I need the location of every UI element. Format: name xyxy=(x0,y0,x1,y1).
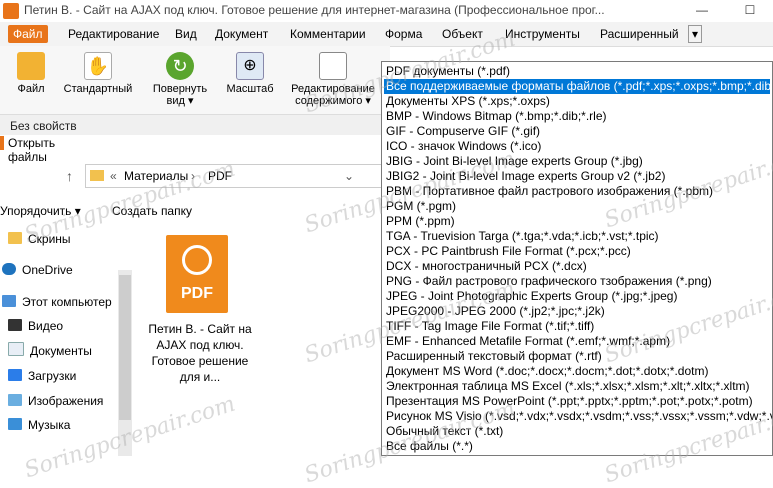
pdf-file-icon: PDF xyxy=(166,235,228,313)
address-bar[interactable]: « Материалы › PDF ⌄ xyxy=(85,164,385,188)
cloud-icon xyxy=(2,263,16,275)
ribbon-file-button[interactable]: Файл xyxy=(2,50,60,110)
file-type-option[interactable]: JBIG2 - Joint Bi-level Image experts Gro… xyxy=(384,169,770,184)
file-type-option[interactable]: Электронная таблица MS Excel (*.xls;*.xl… xyxy=(384,379,770,394)
file-type-option[interactable]: Обычный текст (*.txt) xyxy=(384,424,770,439)
file-type-option[interactable]: GIF - Compuserve GIF (*.gif) xyxy=(384,124,770,139)
menu-view[interactable]: Вид xyxy=(170,25,202,43)
properties-label: Без свойств xyxy=(10,119,77,133)
file-type-option[interactable]: Расширенный текстовый формат (*.rtf) xyxy=(384,349,770,364)
menu-tools[interactable]: Инструменты xyxy=(500,25,585,43)
file-type-option[interactable]: PPM (*.ppm) xyxy=(384,214,770,229)
computer-icon xyxy=(2,295,16,307)
edit-content-icon xyxy=(319,52,347,80)
menu-form[interactable]: Форма xyxy=(380,25,427,43)
file-type-option[interactable]: Все поддерживаемые форматы файлов (*.pdf… xyxy=(384,79,772,94)
new-folder-button[interactable]: Создать папку xyxy=(112,204,192,218)
file-item[interactable]: PDF Петин В. - Сайт на AJAX под ключ. Го… xyxy=(140,225,260,395)
file-type-option[interactable]: ICO - значок Windows (*.ico) xyxy=(384,139,770,154)
rotate-icon: ↻ xyxy=(166,52,194,80)
maximize-button[interactable]: ☐ xyxy=(730,0,770,22)
nav-scrollbar-thumb[interactable] xyxy=(119,275,131,420)
file-type-option[interactable]: PDF документы (*.pdf) xyxy=(384,64,770,79)
folder-icon xyxy=(90,170,104,181)
nav-item-pictures[interactable]: Изображения xyxy=(8,391,103,411)
menu-file[interactable]: Файл xyxy=(8,25,48,43)
app-logo-icon xyxy=(3,3,19,19)
file-type-option[interactable]: Документ MS Word (*.doc;*.docx;*.docm;*.… xyxy=(384,364,770,379)
chevron-down-icon[interactable]: ⌄ xyxy=(344,169,354,183)
file-type-option[interactable]: JPEG - Joint Photographic Experts Group … xyxy=(384,289,770,304)
file-type-option[interactable]: TGA - Truevision Targa (*.tga;*.vda;*.ic… xyxy=(384,229,770,244)
folder-icon xyxy=(8,232,22,244)
file-type-option[interactable]: TIFF - Tag Image File Format (*.tif;*.ti… xyxy=(384,319,770,334)
file-type-option[interactable]: DCX - многостраничный PCX (*.dcx) xyxy=(384,259,770,274)
folder-icon xyxy=(17,52,45,80)
menu-document[interactable]: Документ xyxy=(210,25,273,43)
ribbon-zoom-button[interactable]: ⊕ Масштаб xyxy=(218,50,282,110)
menu-object[interactable]: Объект xyxy=(437,25,488,43)
file-type-dropdown-list[interactable]: PDF документы (*.pdf) Все поддерживаемые … xyxy=(381,61,773,456)
nav-item-downloads[interactable]: Загрузки xyxy=(8,366,76,386)
document-icon xyxy=(8,342,24,356)
file-type-option[interactable]: BMP - Windows Bitmap (*.bmp;*.dib;*.rle) xyxy=(384,109,770,124)
ribbon-rotate-button[interactable]: ↻ Повернуть вид ▾ xyxy=(145,50,215,110)
file-type-option[interactable]: PCX - PC Paintbrush File Format (*.pcx;*… xyxy=(384,244,770,259)
nav-item-onedrive[interactable]: OneDrive xyxy=(2,260,73,280)
hand-icon: ✋ xyxy=(84,52,112,80)
nav-item-documents[interactable]: Документы xyxy=(8,341,92,361)
up-arrow-icon[interactable]: ↑ xyxy=(66,168,73,184)
ribbon-edit-content-button[interactable]: Редактирование содержимого ▾ xyxy=(288,50,378,110)
menu-advanced[interactable]: Расширенный xyxy=(595,25,684,43)
window-title: Петин В. - Сайт на AJAX под ключ. Готово… xyxy=(24,3,605,17)
file-type-option[interactable]: PNG - Файл растрового графического тзобр… xyxy=(384,274,770,289)
file-type-option[interactable]: PGM (*.pgm) xyxy=(384,199,770,214)
nav-item-this-pc[interactable]: Этот компьютер xyxy=(2,292,112,312)
menu-bar: Файл Редактирование Вид Документ Коммент… xyxy=(0,22,773,47)
file-type-option[interactable]: PBM - Портативное файл растрового изобра… xyxy=(384,184,770,199)
file-type-option[interactable]: Все файлы (*.*) xyxy=(384,439,770,454)
nav-item-video[interactable]: Видео xyxy=(8,316,63,336)
breadcrumb-pdf[interactable]: PDF xyxy=(208,169,232,183)
minimize-button[interactable]: — xyxy=(682,0,722,22)
foxit-logo-icon xyxy=(182,245,212,275)
menu-overflow-button[interactable]: ▾ xyxy=(688,25,703,43)
nav-item-music[interactable]: Музыка xyxy=(8,415,70,435)
file-type-option[interactable]: Презентация MS PowerPoint (*.ppt;*.pptx;… xyxy=(384,394,770,409)
download-icon xyxy=(8,369,22,381)
breadcrumb-materials[interactable]: Материалы xyxy=(124,169,188,183)
file-type-option[interactable]: Документы XPS (*.xps;*.oxps) xyxy=(384,94,770,109)
ribbon-hand-button[interactable]: ✋ Стандартный xyxy=(58,50,138,110)
file-type-option[interactable]: JBIG - Joint Bi-level Image experts Grou… xyxy=(384,154,770,169)
image-icon xyxy=(8,394,22,406)
video-icon xyxy=(8,319,22,331)
file-type-option[interactable]: JPEG2000 - JPEG 2000 (*.jp2;*.jpc;*.j2k) xyxy=(384,304,770,319)
zoom-icon: ⊕ xyxy=(236,52,264,80)
nav-item-screens[interactable]: Скрины xyxy=(8,229,71,249)
dialog-app-icon xyxy=(0,136,4,150)
menu-comments[interactable]: Комментарии xyxy=(285,25,371,43)
file-type-option[interactable]: Рисунок MS Visio (*.vsd;*.vdx;*.vsdx;*.v… xyxy=(384,409,772,424)
file-type-option[interactable]: EMF - Enhanced Metafile Format (*.emf;*.… xyxy=(384,334,770,349)
music-icon xyxy=(8,418,22,430)
menu-edit[interactable]: Редактирование xyxy=(63,25,164,43)
organize-button[interactable]: Упорядочить ▾ xyxy=(0,204,81,218)
file-name: Петин В. - Сайт на AJAX под ключ. Готово… xyxy=(148,322,252,384)
